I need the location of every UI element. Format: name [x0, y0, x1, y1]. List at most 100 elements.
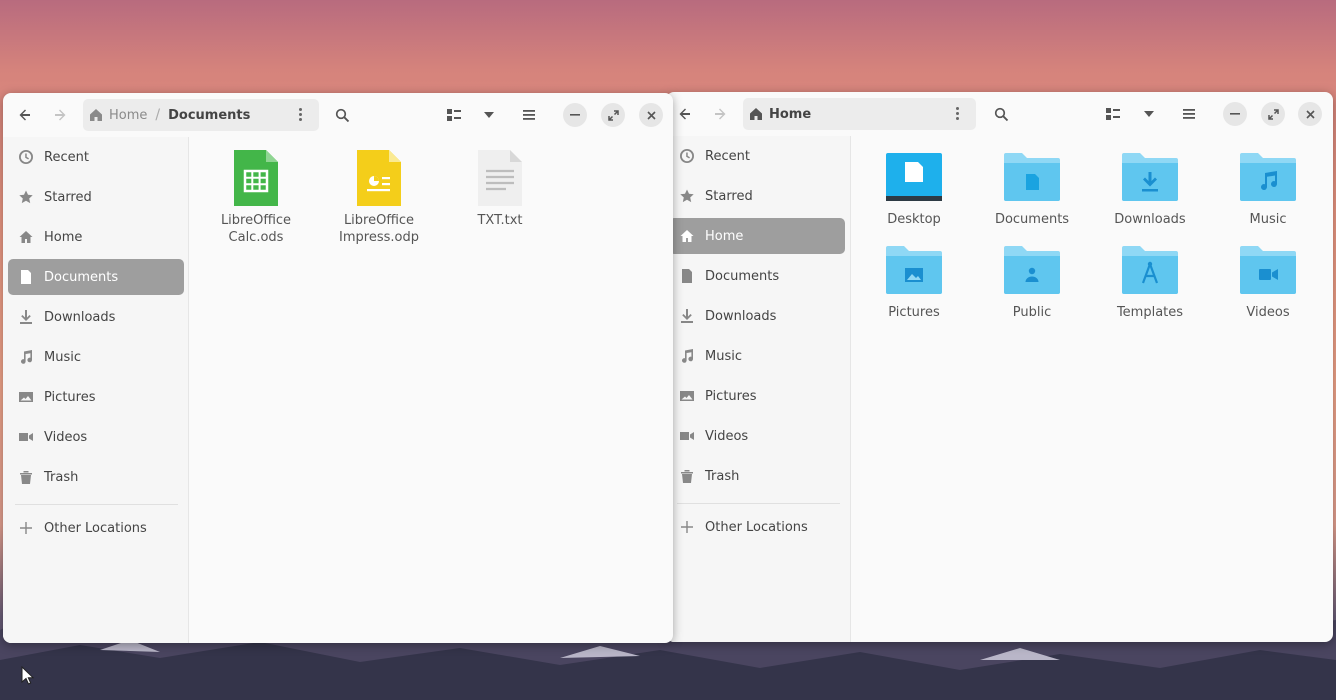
music-icon	[679, 348, 695, 364]
maximize-icon	[1267, 108, 1279, 120]
sidebar-item-trash[interactable]: Trash	[8, 459, 184, 495]
forward-button[interactable]	[47, 102, 73, 128]
templates-folder-icon	[1122, 246, 1178, 294]
maximize-button[interactable]	[1261, 102, 1285, 126]
folder-item-documents[interactable]: Documents	[982, 152, 1082, 227]
folder-item-templates[interactable]: Templates	[1100, 245, 1200, 320]
sidebar-item-pictures[interactable]: Pictures	[8, 379, 184, 415]
search-button[interactable]	[329, 102, 355, 128]
sidebar-item-label: Starred	[705, 188, 753, 204]
sidebar-item-other-locations[interactable]: Other Locations	[8, 510, 184, 546]
sidebar-item-documents[interactable]: Documents	[8, 259, 184, 295]
picture-icon	[18, 389, 34, 405]
sidebar-item-label: Downloads	[705, 308, 777, 324]
folder-item-videos[interactable]: Videos	[1218, 245, 1318, 320]
desktop-folder-icon	[886, 153, 942, 201]
video-icon	[18, 429, 34, 445]
breadcrumb-label: Home	[109, 107, 148, 123]
sidebar-item-other-locations[interactable]: Other Locations	[669, 509, 845, 545]
music-icon	[18, 349, 34, 365]
breadcrumb-home[interactable]: Home	[743, 107, 817, 122]
videos-folder-icon	[1240, 246, 1296, 294]
breadcrumb-home[interactable]: Home	[83, 108, 153, 123]
file-item-impress[interactable]: LibreOffice Impress.odp	[324, 149, 434, 246]
path-menu-button[interactable]	[948, 105, 966, 123]
minimize-icon	[1230, 113, 1240, 115]
sidebar-item-videos[interactable]: Videos	[8, 419, 184, 455]
sidebar-item-trash[interactable]: Trash	[669, 458, 845, 494]
file-item-txt[interactable]: TXT.txt	[445, 149, 555, 229]
forward-button[interactable]	[707, 101, 733, 127]
header-bar: Home	[666, 92, 1333, 136]
arrow-right-icon	[715, 108, 726, 120]
sidebar-item-starred[interactable]: Starred	[8, 179, 184, 215]
breadcrumb-documents[interactable]: Documents	[162, 108, 256, 123]
minimize-button[interactable]	[1223, 102, 1247, 126]
sidebar-item-music[interactable]: Music	[8, 339, 184, 375]
sidebar-item-label: Home	[44, 229, 83, 245]
home-icon	[750, 108, 762, 120]
view-toggle-button[interactable]	[1100, 101, 1126, 127]
sidebar-item-starred[interactable]: Starred	[669, 178, 845, 214]
folder-item-downloads[interactable]: Downloads	[1100, 152, 1200, 227]
sidebar-item-home[interactable]: Home	[8, 219, 184, 255]
sidebar-item-label: Other Locations	[705, 519, 808, 535]
sidebar-item-recent[interactable]: Recent	[8, 139, 184, 175]
home-icon	[90, 109, 102, 121]
folder-item-desktop[interactable]: Desktop	[864, 152, 964, 227]
sidebar-item-label: Pictures	[705, 388, 757, 404]
sidebar-item-music[interactable]: Music	[669, 338, 845, 374]
folder-label: Templates	[1116, 305, 1184, 320]
path-menu-button[interactable]	[291, 106, 309, 124]
document-icon	[18, 269, 34, 285]
file-item-calc[interactable]: LibreOffice Calc.ods	[201, 149, 311, 246]
clock-icon	[18, 149, 34, 165]
sidebar-item-pictures[interactable]: Pictures	[669, 378, 845, 414]
sidebar-item-downloads[interactable]: Downloads	[669, 298, 845, 334]
sidebar-item-label: Recent	[44, 149, 89, 165]
chevron-down-icon	[1144, 111, 1154, 117]
maximize-button[interactable]	[601, 103, 625, 127]
folder-item-public[interactable]: Public	[982, 245, 1082, 320]
sidebar-item-downloads[interactable]: Downloads	[8, 299, 184, 335]
path-bar: Home / Documents	[83, 99, 319, 131]
places-sidebar: Recent Starred Home Documents Downloads …	[3, 137, 189, 643]
view-options-dropdown[interactable]	[1136, 101, 1162, 127]
search-icon	[994, 107, 1008, 121]
download-icon	[679, 308, 695, 324]
back-button[interactable]	[12, 102, 38, 128]
clock-icon	[679, 148, 695, 164]
document-icon	[679, 268, 695, 284]
documents-folder-icon	[1004, 153, 1060, 201]
back-button[interactable]	[672, 101, 698, 127]
sidebar-item-label: Documents	[705, 268, 780, 284]
breadcrumb-separator: /	[155, 107, 161, 123]
breadcrumb-label: Home	[769, 106, 812, 122]
close-button[interactable]	[639, 103, 663, 127]
search-button[interactable]	[988, 101, 1014, 127]
sidebar-divider	[15, 504, 178, 505]
hamburger-menu-icon	[523, 110, 535, 120]
sidebar-item-home[interactable]: Home	[669, 218, 845, 254]
file-manager-window-home: Home Recent Starred Home Documents Downl…	[666, 92, 1333, 642]
sidebar-item-recent[interactable]: Recent	[669, 138, 845, 174]
folder-item-music[interactable]: Music	[1218, 152, 1318, 227]
close-button[interactable]	[1298, 102, 1322, 126]
pictures-folder-icon	[886, 246, 942, 294]
view-toggle-button[interactable]	[441, 102, 467, 128]
music-folder-icon	[1240, 153, 1296, 201]
view-options-dropdown[interactable]	[476, 102, 502, 128]
main-menu-button[interactable]	[1176, 101, 1202, 127]
minimize-icon	[570, 114, 580, 116]
arrow-right-icon	[55, 109, 66, 121]
folder-label: Music	[1249, 212, 1287, 227]
sidebar-item-documents[interactable]: Documents	[669, 258, 845, 294]
folder-label: Downloads	[1114, 212, 1186, 227]
file-view: Desktop Documents Downloads Music Pictur…	[852, 136, 1333, 642]
sidebar-item-label: Other Locations	[44, 520, 147, 536]
folder-item-pictures[interactable]: Pictures	[864, 245, 964, 320]
sidebar-item-videos[interactable]: Videos	[669, 418, 845, 454]
minimize-button[interactable]	[563, 103, 587, 127]
main-menu-button[interactable]	[516, 102, 542, 128]
close-icon	[1305, 109, 1315, 119]
